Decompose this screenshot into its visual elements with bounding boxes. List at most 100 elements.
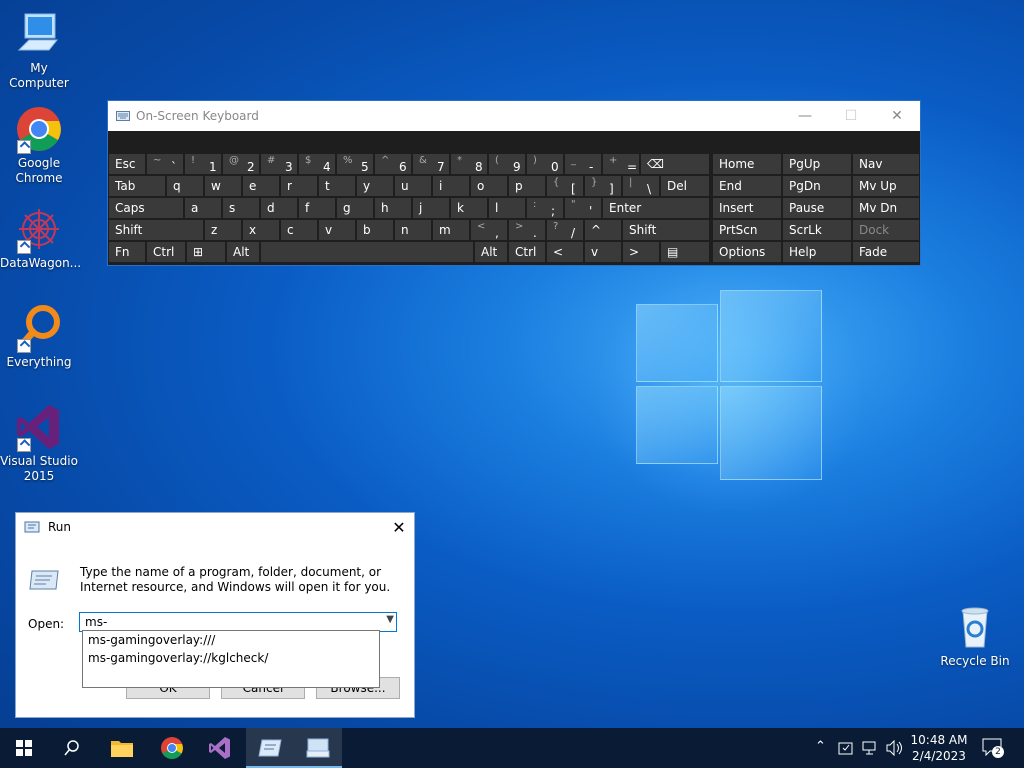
osk-key[interactable]: k (450, 197, 488, 219)
osk-key[interactable]: z (204, 219, 242, 241)
osk-key[interactable]: n (394, 219, 432, 241)
osk-key[interactable]: ⊞ (186, 241, 226, 263)
osk-title-bar[interactable]: On-Screen Keyboard — ☐ ✕ (108, 101, 920, 131)
taskbar-run[interactable] (246, 728, 294, 768)
run-title-bar[interactable]: Run ✕ (16, 513, 414, 541)
osk-key[interactable]: {[ (546, 175, 584, 197)
osk-nav-key[interactable]: Home (712, 153, 782, 175)
osk-nav-key[interactable]: Options (712, 241, 782, 263)
desktop-icon-everything[interactable]: Everything (0, 304, 78, 370)
osk-key[interactable]: <, (470, 219, 508, 241)
osk-key[interactable]: ! 1 (184, 153, 222, 175)
osk-key[interactable]: | \ (622, 175, 660, 197)
osk-key[interactable]: w (204, 175, 242, 197)
minimize-icon[interactable]: — (782, 108, 828, 124)
osk-key[interactable]: :; (526, 197, 564, 219)
osk-nav-key[interactable]: Insert (712, 197, 782, 219)
osk-key[interactable]: Alt (474, 241, 508, 263)
osk-key[interactable]: $4 (298, 153, 336, 175)
osk-nav-key[interactable]: Dock (852, 219, 920, 241)
osk-key[interactable]: v (318, 219, 356, 241)
osk-key[interactable]: ) 0 (526, 153, 564, 175)
osk-key[interactable]: Del (660, 175, 710, 197)
maximize-icon[interactable]: ☐ (828, 108, 874, 124)
notification-center-button[interactable]: 2 (982, 738, 1004, 758)
taskbar-on-screen-keyboard[interactable] (294, 728, 342, 768)
osk-key[interactable] (260, 241, 474, 263)
desktop-icon-google-chrome[interactable]: Google Chrome (0, 105, 78, 186)
osk-key[interactable]: ^ 6 (374, 153, 412, 175)
osk-key[interactable]: Fn (108, 241, 146, 263)
start-button[interactable] (0, 728, 48, 768)
taskbar-visual-studio[interactable] (196, 728, 244, 768)
suggestion-item[interactable]: ms-gamingoverlay://kglcheck/ (83, 649, 379, 667)
osk-key[interactable]: * 8 (450, 153, 488, 175)
osk-key[interactable]: % 5 (336, 153, 374, 175)
osk-key[interactable]: ~ ` (146, 153, 184, 175)
osk-nav-key[interactable]: PgUp (782, 153, 852, 175)
osk-key[interactable]: c (280, 219, 318, 241)
volume-icon[interactable] (886, 740, 904, 756)
osk-key[interactable]: d (260, 197, 298, 219)
osk-nav-key[interactable]: PrtScn (712, 219, 782, 241)
osk-key[interactable]: > (622, 241, 660, 263)
osk-key[interactable]: Shift (622, 219, 710, 241)
osk-nav-key[interactable]: Pause (782, 197, 852, 219)
taskbar-chrome[interactable] (148, 728, 196, 768)
osk-key[interactable]: & 7 (412, 153, 450, 175)
osk-key[interactable]: p (508, 175, 546, 197)
osk-nav-key[interactable]: PgDn (782, 175, 852, 197)
osk-key[interactable]: h (374, 197, 412, 219)
osk-key[interactable]: ? / (546, 219, 584, 241)
taskbar-file-explorer[interactable] (98, 728, 146, 768)
chevron-down-icon[interactable]: ▼ (386, 614, 394, 625)
osk-key[interactable]: ⌫ (640, 153, 710, 175)
osk-key[interactable]: Esc (108, 153, 146, 175)
osk-key[interactable]: Alt (226, 241, 260, 263)
close-icon[interactable]: ✕ (874, 108, 920, 124)
osk-key[interactable]: x (242, 219, 280, 241)
osk-key[interactable]: _ - (564, 153, 602, 175)
osk-key[interactable]: f (298, 197, 336, 219)
osk-key[interactable]: r (280, 175, 318, 197)
osk-key[interactable]: g (336, 197, 374, 219)
osk-key[interactable]: Enter (602, 197, 710, 219)
osk-key[interactable]: < (546, 241, 584, 263)
osk-key[interactable]: + = (602, 153, 640, 175)
osk-key[interactable]: Ctrl (146, 241, 186, 263)
close-icon[interactable]: ✕ (384, 518, 414, 537)
clock[interactable]: 10:48 AM 2/4/2023 (908, 732, 970, 764)
search-button[interactable] (48, 728, 96, 768)
osk-key[interactable]: t (318, 175, 356, 197)
desktop-icon-recycle-bin[interactable]: Recycle Bin (936, 603, 1014, 669)
osk-nav-key[interactable]: Fade (852, 241, 920, 263)
open-combobox[interactable]: ms- ▼ (79, 612, 397, 632)
network-icon[interactable] (862, 740, 880, 756)
open-input[interactable]: ms- (85, 615, 107, 629)
osk-key[interactable]: v (584, 241, 622, 263)
suggestion-item[interactable]: ms-gamingoverlay:/// (83, 631, 379, 649)
osk-key[interactable]: o (470, 175, 508, 197)
osk-nav-key[interactable]: Mv Up (852, 175, 920, 197)
osk-key[interactable]: Caps (108, 197, 184, 219)
on-screen-keyboard-window[interactable]: On-Screen Keyboard — ☐ ✕ Esc ~ `! 1 @2 #3 $4% 5… (108, 101, 920, 265)
osk-nav-key[interactable]: Nav (852, 153, 920, 175)
osk-nav-key[interactable]: ScrLk (782, 219, 852, 241)
desktop-icon-visual-studio[interactable]: Visual Studio 2015 (0, 403, 78, 484)
osk-nav-key[interactable]: End (712, 175, 782, 197)
osk-key[interactable]: q (166, 175, 204, 197)
osk-nav-key[interactable]: Mv Dn (852, 197, 920, 219)
osk-key[interactable]: i (432, 175, 470, 197)
osk-key[interactable]: ▤ (660, 241, 710, 263)
osk-key[interactable]: ^ (584, 219, 622, 241)
osk-key[interactable]: m (432, 219, 470, 241)
osk-key[interactable]: Shift (108, 219, 204, 241)
osk-key[interactable]: a (184, 197, 222, 219)
autocomplete-dropdown[interactable]: ms-gamingoverlay:/// ms-gamingoverlay://… (82, 630, 380, 688)
osk-key[interactable]: u (394, 175, 432, 197)
osk-key[interactable]: #3 (260, 153, 298, 175)
osk-key[interactable]: >. (508, 219, 546, 241)
osk-key[interactable]: Ctrl (508, 241, 546, 263)
osk-key[interactable]: y (356, 175, 394, 197)
osk-key[interactable]: e (242, 175, 280, 197)
